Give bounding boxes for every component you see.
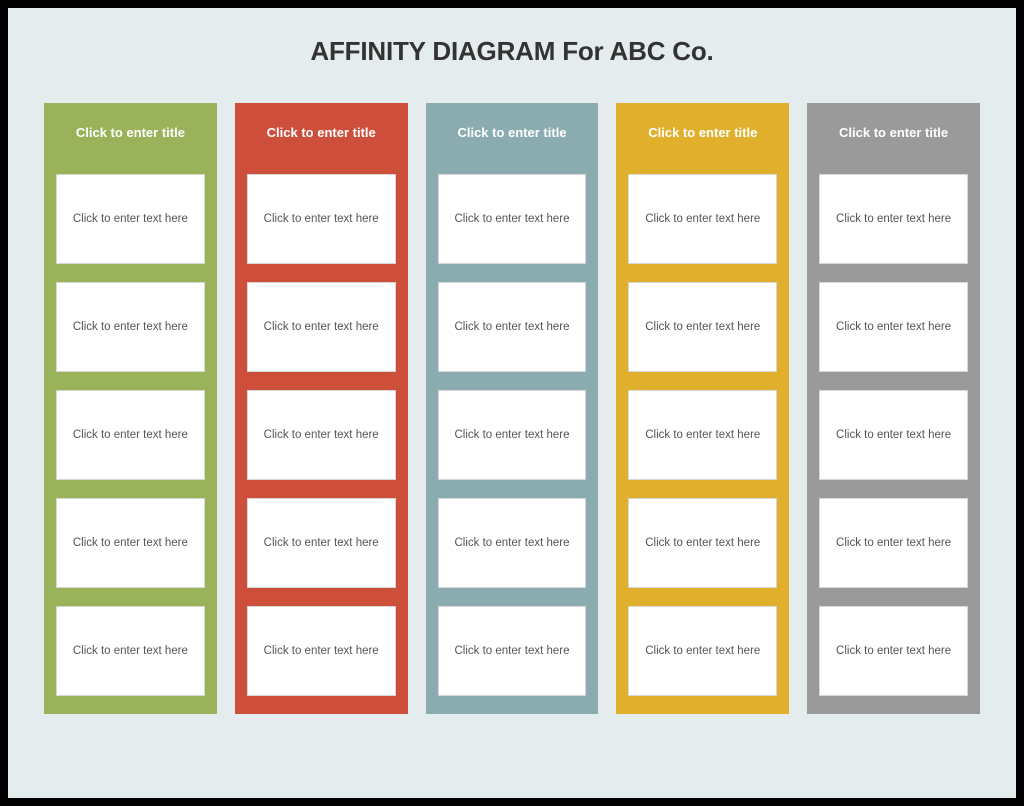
card[interactable]: Click to enter text here: [438, 282, 587, 372]
card[interactable]: Click to enter text here: [438, 174, 587, 264]
card[interactable]: Click to enter text here: [56, 498, 205, 588]
card[interactable]: Click to enter text here: [247, 174, 396, 264]
card[interactable]: Click to enter text here: [247, 390, 396, 480]
column-4: Click to enter title Click to enter text…: [616, 103, 789, 714]
diagram-title[interactable]: AFFINITY DIAGRAM For ABC Co.: [44, 36, 980, 67]
card[interactable]: Click to enter text here: [438, 390, 587, 480]
card[interactable]: Click to enter text here: [438, 606, 587, 696]
card[interactable]: Click to enter text here: [628, 390, 777, 480]
card[interactable]: Click to enter text here: [56, 174, 205, 264]
column-5: Click to enter title Click to enter text…: [807, 103, 980, 714]
card[interactable]: Click to enter text here: [819, 390, 968, 480]
column-2-title[interactable]: Click to enter title: [247, 121, 396, 144]
card[interactable]: Click to enter text here: [247, 498, 396, 588]
card[interactable]: Click to enter text here: [247, 606, 396, 696]
card[interactable]: Click to enter text here: [56, 390, 205, 480]
card[interactable]: Click to enter text here: [819, 606, 968, 696]
column-1-title[interactable]: Click to enter title: [56, 121, 205, 144]
column-4-cards: Click to enter text here Click to enter …: [628, 174, 777, 696]
card[interactable]: Click to enter text here: [628, 174, 777, 264]
card[interactable]: Click to enter text here: [628, 498, 777, 588]
card[interactable]: Click to enter text here: [628, 282, 777, 372]
card[interactable]: Click to enter text here: [819, 282, 968, 372]
column-3-title[interactable]: Click to enter title: [438, 121, 587, 144]
column-3-cards: Click to enter text here Click to enter …: [438, 174, 587, 696]
column-5-cards: Click to enter text here Click to enter …: [819, 174, 968, 696]
card[interactable]: Click to enter text here: [438, 498, 587, 588]
column-3: Click to enter title Click to enter text…: [426, 103, 599, 714]
card[interactable]: Click to enter text here: [628, 606, 777, 696]
card[interactable]: Click to enter text here: [819, 174, 968, 264]
column-1-cards: Click to enter text here Click to enter …: [56, 174, 205, 696]
columns-container: Click to enter title Click to enter text…: [44, 103, 980, 714]
column-2-cards: Click to enter text here Click to enter …: [247, 174, 396, 696]
card[interactable]: Click to enter text here: [819, 498, 968, 588]
diagram-canvas: AFFINITY DIAGRAM For ABC Co. Click to en…: [8, 8, 1016, 798]
card[interactable]: Click to enter text here: [56, 282, 205, 372]
column-4-title[interactable]: Click to enter title: [628, 121, 777, 144]
column-1: Click to enter title Click to enter text…: [44, 103, 217, 714]
column-2: Click to enter title Click to enter text…: [235, 103, 408, 714]
column-5-title[interactable]: Click to enter title: [819, 121, 968, 144]
card[interactable]: Click to enter text here: [56, 606, 205, 696]
card[interactable]: Click to enter text here: [247, 282, 396, 372]
